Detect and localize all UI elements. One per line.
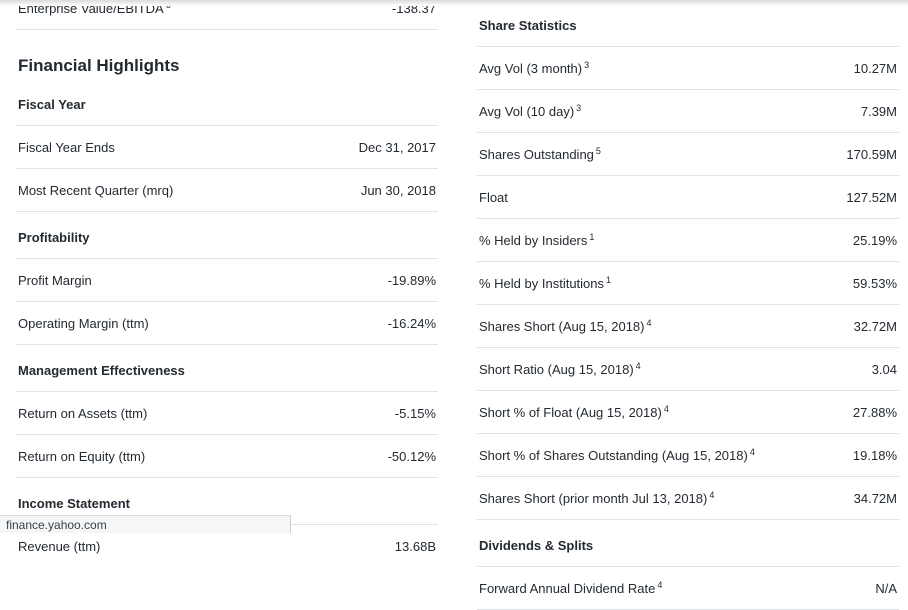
row-label: Fiscal Year Ends: [18, 139, 117, 155]
row-superscript: 1: [589, 231, 595, 242]
row-label: Short % of Float (Aug 15, 2018) 4: [479, 403, 669, 420]
row-value: 27.88%: [852, 405, 897, 420]
row-superscript: 4: [709, 489, 715, 500]
row-superscript: 3: [584, 59, 590, 70]
page-title: Financial Highlights: [18, 56, 180, 75]
table-row: Shares Outstanding 5 170.59M: [477, 145, 899, 163]
row-superscript: [115, 139, 117, 149]
statistics-page: Enterprise Value/EBITDA 6 -138.37 Financi…: [0, 0, 908, 610]
table-row: Avg Vol (10 day) 3 7.39M: [477, 102, 899, 120]
section-heading-dividends-splits: Dividends & Splits: [479, 538, 594, 553]
row-superscript: [508, 189, 510, 199]
section-heading-fiscal-year: Fiscal Year: [18, 97, 86, 112]
row-label: Avg Vol (3 month) 3: [479, 59, 590, 76]
row-label: Short % of Shares Outstanding (Aug 15, 2…: [479, 446, 755, 463]
row-value: 7.39M: [860, 104, 897, 119]
table-row: Operating Margin (ttm) -16.24%: [16, 316, 438, 332]
row-label: Most Recent Quarter (mrq): [18, 182, 175, 198]
row-label: Operating Margin (ttm): [18, 315, 151, 331]
row-value: -16.24%: [387, 316, 436, 331]
row-superscript: 1: [606, 274, 612, 285]
table-row: Shares Short (prior month Jul 13, 2018) 4…: [477, 489, 899, 507]
row-value: 127.52M: [846, 190, 897, 205]
section-heading-profitability: Profitability: [18, 230, 90, 245]
left-column: Enterprise Value/EBITDA 6 -138.37 Financi…: [16, 0, 438, 555]
row-label: Enterprise Value/EBITDA 6: [18, 0, 171, 16]
row-label: Return on Equity (ttm): [18, 448, 147, 464]
row-superscript: [149, 315, 151, 325]
table-row: Enterprise Value/EBITDA 6 -138.37: [16, 0, 438, 17]
row-value: 13.68B: [394, 539, 436, 554]
row-label: % Held by Institutions 1: [479, 274, 612, 291]
row-value: Jun 30, 2018: [360, 183, 436, 198]
row-superscript: 5: [595, 145, 601, 156]
row-value: -19.89%: [387, 273, 436, 288]
row-value: -138.37: [391, 1, 436, 16]
row-superscript: 4: [635, 360, 641, 371]
row-superscript: [147, 405, 149, 415]
row-value: 3.04: [871, 362, 897, 377]
row-label: % Held by Insiders 1: [479, 231, 595, 248]
row-superscript: 4: [646, 317, 652, 328]
row-value: 34.72M: [853, 491, 897, 506]
right-column: Share Statistics Avg Vol (3 month) 3 10.2…: [477, 0, 899, 610]
table-row: Avg Vol (3 month) 3 10.27M: [477, 59, 899, 77]
table-row: Profit Margin -19.89%: [16, 273, 438, 289]
section-heading-management-effectiveness: Management Effectiveness: [18, 363, 185, 378]
row-label: Return on Assets (ttm): [18, 405, 149, 421]
row-label: Shares Short (Aug 15, 2018) 4: [479, 317, 652, 334]
row-superscript: 6: [165, 0, 171, 10]
row-label: Avg Vol (10 day) 3: [479, 102, 582, 119]
row-label: Profit Margin: [18, 272, 94, 288]
row-superscript: 4: [663, 403, 669, 414]
table-row: Return on Assets (ttm) -5.15%: [16, 406, 438, 422]
row-value: 19.18%: [852, 448, 897, 463]
table-row: Shares Short (Aug 15, 2018) 4 32.72M: [477, 317, 899, 335]
table-row: Forward Annual Dividend Rate 4 N/A: [477, 579, 899, 597]
table-row: Most Recent Quarter (mrq) Jun 30, 2018: [16, 183, 438, 199]
table-row: Revenue (ttm) 13.68B: [16, 539, 438, 555]
table-row: Short % of Shares Outstanding (Aug 15, 2…: [477, 446, 899, 464]
row-label: Shares Short (prior month Jul 13, 2018) 4: [479, 489, 715, 506]
row-value: -50.12%: [387, 449, 436, 464]
row-value: 59.53%: [852, 276, 897, 291]
row-superscript: [173, 182, 175, 192]
status-bar-url: finance.yahoo.com: [6, 518, 107, 532]
table-row: % Held by Institutions 1 59.53%: [477, 274, 899, 292]
table-row: Return on Equity (ttm) -50.12%: [16, 449, 438, 465]
table-row: Fiscal Year Ends Dec 31, 2017: [16, 140, 438, 156]
row-value: Dec 31, 2017: [358, 140, 436, 155]
table-row: Short % of Float (Aug 15, 2018) 4 27.88%: [477, 403, 899, 421]
row-label: Revenue (ttm): [18, 538, 102, 554]
row-superscript: 4: [657, 579, 663, 590]
row-value: -5.15%: [394, 406, 436, 421]
row-value: 10.27M: [853, 61, 897, 76]
row-value: 170.59M: [846, 147, 897, 162]
row-superscript: [145, 448, 147, 458]
row-superscript: 3: [576, 102, 582, 113]
row-value: 25.19%: [852, 233, 897, 248]
table-row: % Held by Insiders 1 25.19%: [477, 231, 899, 249]
browser-status-bar: finance.yahoo.com: [0, 515, 291, 533]
section-heading-income-statement: Income Statement: [18, 496, 130, 511]
section-heading-share-statistics: Share Statistics: [479, 18, 577, 33]
row-superscript: 4: [749, 446, 755, 457]
row-superscript: [92, 272, 94, 282]
table-row: Float 127.52M: [477, 190, 899, 206]
row-label: Forward Annual Dividend Rate 4: [479, 579, 663, 596]
row-value: N/A: [875, 581, 897, 596]
row-label: Float: [479, 189, 510, 205]
row-value: 32.72M: [853, 319, 897, 334]
row-label: Shares Outstanding 5: [479, 145, 601, 162]
table-row: Short Ratio (Aug 15, 2018) 4 3.04: [477, 360, 899, 378]
row-label: Short Ratio (Aug 15, 2018) 4: [479, 360, 641, 377]
row-superscript: [100, 538, 102, 548]
